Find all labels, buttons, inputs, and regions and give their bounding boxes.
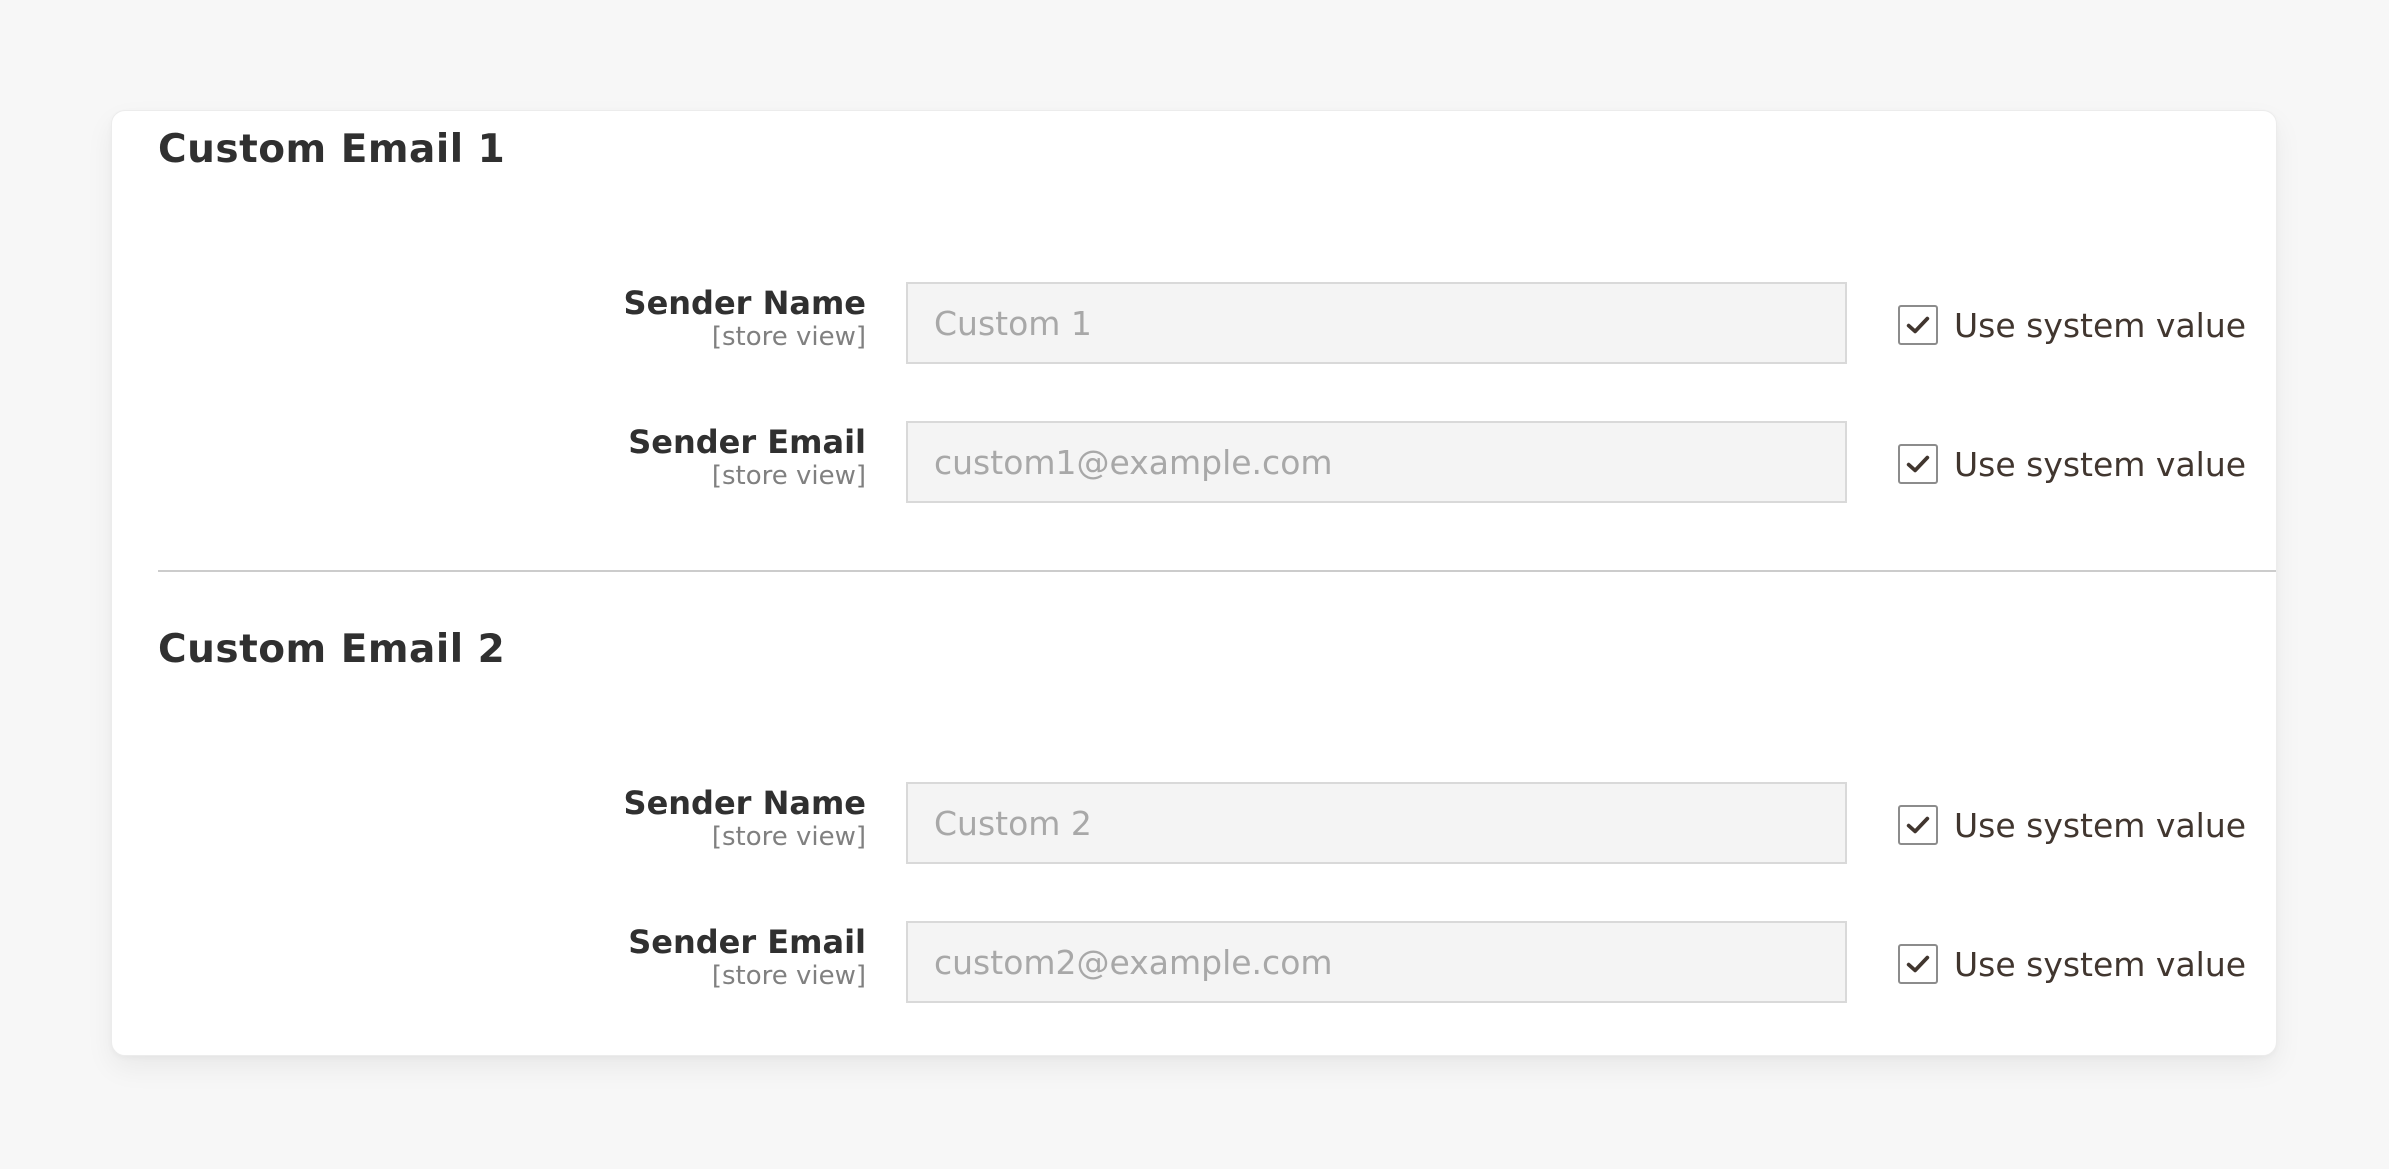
check-icon bbox=[1906, 955, 1930, 973]
scope-label: [store view] bbox=[711, 961, 866, 991]
use-system-value-toggle[interactable]: Use system value bbox=[1898, 944, 2246, 984]
section-title-custom-email-1: Custom Email 1 bbox=[158, 127, 506, 172]
field-label-wrap: Sender Name [store view] bbox=[624, 784, 866, 852]
use-system-value-label: Use system value bbox=[1954, 805, 2247, 845]
scope-label: [store view] bbox=[711, 322, 866, 352]
sender-email-label: Sender Email bbox=[628, 923, 866, 961]
use-system-value-label: Use system value bbox=[1954, 944, 2247, 984]
check-icon bbox=[1906, 316, 1930, 334]
field-label-wrap: Sender Name [store view] bbox=[624, 284, 866, 352]
scope-label: [store view] bbox=[711, 822, 866, 852]
use-system-value-checkbox[interactable] bbox=[1898, 444, 1938, 484]
section-title-custom-email-2: Custom Email 2 bbox=[158, 627, 506, 672]
field-label-wrap: Sender Email [store view] bbox=[628, 423, 866, 491]
use-system-value-label: Use system value bbox=[1954, 444, 2247, 484]
use-system-value-checkbox[interactable] bbox=[1898, 944, 1938, 984]
email-settings-card: Custom Email 1 Sender Name [store view] … bbox=[111, 110, 2277, 1056]
use-system-value-toggle[interactable]: Use system value bbox=[1898, 305, 2246, 345]
field-row-sender-name-2: Sender Name [store view] Use system valu… bbox=[112, 782, 2276, 864]
scope-label: [store view] bbox=[711, 461, 866, 491]
sender-email-label: Sender Email bbox=[628, 423, 866, 461]
sender-name-input-1[interactable] bbox=[906, 282, 1847, 364]
use-system-value-toggle[interactable]: Use system value bbox=[1898, 805, 2246, 845]
sender-name-label: Sender Name bbox=[623, 784, 866, 822]
sender-email-input-2[interactable] bbox=[906, 921, 1847, 1003]
sender-name-input-2[interactable] bbox=[906, 782, 1847, 864]
section-divider bbox=[158, 570, 2276, 572]
check-icon bbox=[1906, 816, 1930, 834]
sender-name-label: Sender Name bbox=[623, 284, 866, 322]
use-system-value-checkbox[interactable] bbox=[1898, 805, 1938, 845]
check-icon bbox=[1906, 455, 1930, 473]
field-row-sender-email-2: Sender Email [store view] Use system val… bbox=[112, 921, 2276, 1003]
use-system-value-label: Use system value bbox=[1954, 305, 2247, 345]
field-label-wrap: Sender Email [store view] bbox=[628, 923, 866, 991]
sender-email-input-1[interactable] bbox=[906, 421, 1847, 503]
field-row-sender-name-1: Sender Name [store view] Use system valu… bbox=[112, 282, 2276, 364]
field-row-sender-email-1: Sender Email [store view] Use system val… bbox=[112, 421, 2276, 503]
use-system-value-toggle[interactable]: Use system value bbox=[1898, 444, 2246, 484]
use-system-value-checkbox[interactable] bbox=[1898, 305, 1938, 345]
